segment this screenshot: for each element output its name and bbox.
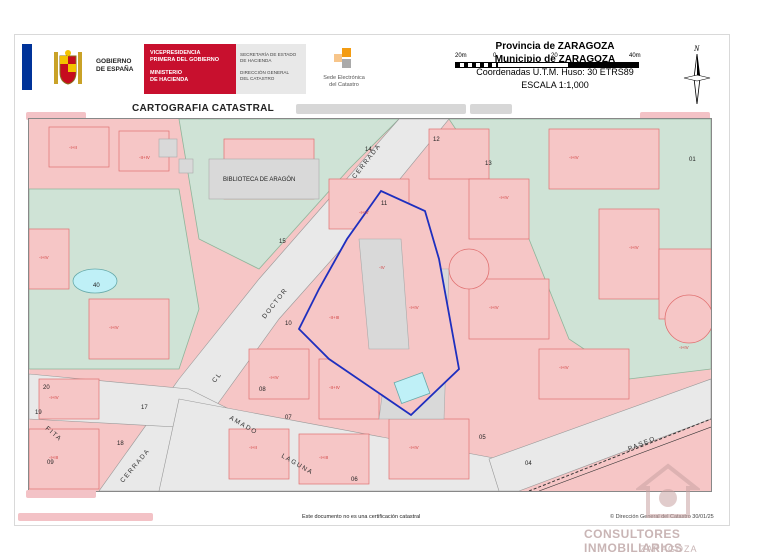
redacted-reference bbox=[18, 513, 153, 521]
parcel[interactable] bbox=[538, 348, 630, 400]
parcel[interactable] bbox=[468, 278, 550, 340]
building-footprint bbox=[178, 158, 194, 174]
red-line-2: PRIMERA DEL GOBIERNO bbox=[150, 57, 220, 63]
scale-label: 0 bbox=[493, 53, 497, 59]
scale-label: 20 bbox=[551, 53, 558, 59]
building-footprint bbox=[158, 138, 178, 158]
parcel[interactable] bbox=[248, 348, 310, 400]
parcel[interactable] bbox=[664, 294, 711, 344]
svg-text:-I+IV: -I+IV bbox=[49, 395, 59, 400]
scale-text: ESCALA 1:1,000 bbox=[521, 80, 589, 90]
parcel[interactable] bbox=[228, 428, 290, 480]
parcel[interactable] bbox=[29, 228, 70, 290]
parcel-number: 10 bbox=[285, 321, 292, 327]
coat-of-arms-icon bbox=[54, 50, 82, 85]
eu-flag-icon bbox=[22, 44, 32, 90]
cadastral-map[interactable]: -I+II -II+IV -I+IV -IV -I+IV -II+III -I+IV -I… bbox=[28, 118, 712, 492]
sede-line-1: Sede Electrónica bbox=[323, 75, 365, 81]
svg-text:-I+IV: -I+IV bbox=[499, 195, 509, 200]
north-label: N bbox=[693, 44, 700, 53]
svg-text:-I+IV: -I+IV bbox=[569, 155, 579, 160]
svg-text:-IV: -IV bbox=[379, 265, 385, 270]
redacted-reference bbox=[296, 104, 466, 114]
gray-line-2: DE HACIENDA bbox=[240, 58, 272, 63]
parcel[interactable] bbox=[598, 208, 660, 300]
svg-text:-I+IV: -I+IV bbox=[109, 325, 119, 330]
parcel-number: 12 bbox=[433, 137, 440, 143]
parcel[interactable] bbox=[548, 128, 660, 190]
gov-line-1: GOBIERNO bbox=[96, 58, 132, 65]
north-arrow-icon: N bbox=[683, 44, 711, 105]
parcel-number: 08 bbox=[259, 387, 266, 393]
svg-text:-I+IV: -I+IV bbox=[629, 245, 639, 250]
parcel[interactable] bbox=[448, 248, 490, 290]
parcel[interactable] bbox=[48, 126, 110, 168]
parcel-number: 20 bbox=[43, 385, 50, 391]
gray-line-4: DEL CATASTRO bbox=[240, 76, 275, 81]
parcel[interactable] bbox=[388, 418, 470, 480]
svg-text:-I+II: -I+II bbox=[69, 145, 77, 150]
red-line-3: MINISTERIO bbox=[150, 70, 183, 76]
svg-text:-I+IV: -I+IV bbox=[409, 445, 419, 450]
watermark-city: ZARAGOZA bbox=[640, 544, 698, 554]
parcel-number: 13 bbox=[485, 161, 492, 167]
sede-icon bbox=[334, 48, 351, 68]
parcel-number: 09 bbox=[47, 460, 54, 466]
parcel-number: 06 bbox=[351, 477, 358, 483]
redacted-coordinate bbox=[26, 490, 96, 498]
red-line-4: DE HACIENDA bbox=[150, 77, 189, 83]
svg-text:-I+IV: -I+IV bbox=[409, 305, 419, 310]
scale-segment bbox=[455, 62, 497, 68]
svg-text:-I+IV: -I+IV bbox=[39, 255, 49, 260]
government-logo: GOBIERNO DE ESPAÑA VICEPRESIDENCIA PRIME… bbox=[20, 42, 310, 96]
red-line-1: VICEPRESIDENCIA bbox=[150, 50, 201, 56]
province-title: Provincia de ZARAGOZA bbox=[495, 41, 615, 52]
building-label: BIBLIOTECA DE ARAGÓN bbox=[223, 176, 295, 183]
parcel-number: 07 bbox=[285, 415, 292, 421]
watermark-logo-icon bbox=[636, 463, 700, 518]
pond bbox=[72, 268, 118, 294]
parcel-number: 40 bbox=[93, 283, 100, 289]
map-canvas[interactable]: -I+II -II+IV -I+IV -IV -I+IV -II+III -I+IV -I… bbox=[29, 119, 711, 491]
sede-line-2: del Catastro bbox=[329, 82, 359, 88]
parcel[interactable] bbox=[298, 433, 370, 485]
directorate-block: SECRETARÍA DE ESTADO DE HACIENDA DIRECCI… bbox=[236, 44, 306, 94]
parcel-number: 05 bbox=[479, 435, 486, 441]
scale-segment bbox=[497, 62, 639, 68]
svg-text:-II+III: -II+III bbox=[329, 315, 339, 320]
gov-line-2: DE ESPAÑA bbox=[96, 66, 134, 73]
svg-text:-I+IV: -I+IV bbox=[359, 210, 369, 215]
svg-text:-I+IV: -I+IV bbox=[679, 345, 689, 350]
scale-label: 40m bbox=[629, 53, 641, 59]
svg-text:-I+IV: -I+IV bbox=[489, 305, 499, 310]
parcel-number: 11 bbox=[381, 201, 388, 207]
parcel[interactable] bbox=[468, 178, 530, 240]
parcel[interactable] bbox=[29, 428, 100, 490]
parcel-number: 15 bbox=[279, 239, 286, 245]
redacted-reference bbox=[470, 104, 512, 114]
sede-logo: Sede Electrónica del Catastro bbox=[314, 46, 374, 96]
svg-text:-II+IV: -II+IV bbox=[139, 155, 150, 160]
parcel-number: 01 bbox=[689, 157, 696, 163]
section-title: CARTOGRAFIA CATASTRAL bbox=[132, 103, 275, 114]
svg-text:-I+IV: -I+IV bbox=[269, 375, 279, 380]
svg-text:-II+IV: -II+IV bbox=[329, 385, 340, 390]
certification-note: Este documento no es una certificación c… bbox=[302, 514, 421, 520]
ministry-block: VICEPRESIDENCIA PRIMERA DEL GOBIERNO MIN… bbox=[144, 44, 236, 94]
parcel[interactable] bbox=[88, 298, 170, 360]
parcel-number: 18 bbox=[117, 441, 124, 447]
parcel-number: 04 bbox=[525, 461, 532, 467]
parcel-number: 17 bbox=[141, 405, 148, 411]
parcel-number: 19 bbox=[35, 410, 42, 416]
svg-text:-I+IV: -I+IV bbox=[559, 365, 569, 370]
scale-label: 20m bbox=[455, 53, 467, 59]
scale-bar: 20m 0 20 40m bbox=[455, 53, 645, 71]
svg-text:-I+III: -I+III bbox=[319, 455, 328, 460]
svg-text:-I+II: -I+II bbox=[249, 445, 257, 450]
